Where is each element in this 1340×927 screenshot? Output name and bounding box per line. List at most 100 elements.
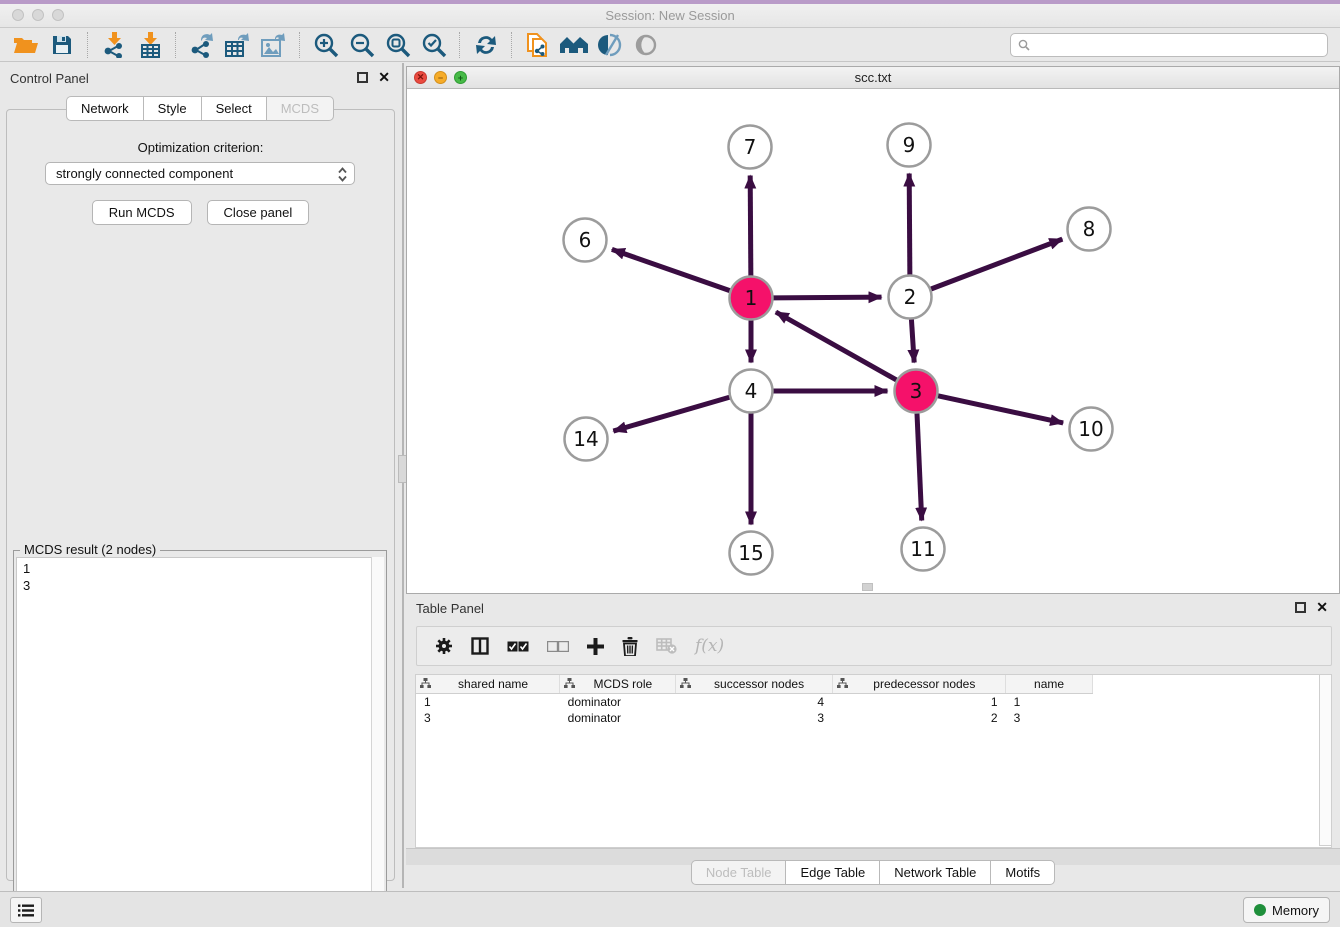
edge-1-6[interactable] <box>612 249 730 290</box>
graph-node-1[interactable]: 1 <box>730 277 773 320</box>
import-table-icon[interactable] <box>132 31 168 59</box>
run-mcds-button[interactable]: Run MCDS <box>92 200 192 225</box>
clone-network-icon[interactable] <box>520 31 556 59</box>
cell-MCDS-role[interactable]: dominator <box>560 694 675 711</box>
add-column-icon[interactable] <box>587 638 604 655</box>
delete-table-icon[interactable] <box>656 638 677 654</box>
svg-text:9: 9 <box>903 133 916 157</box>
zoom-fit-icon[interactable] <box>380 31 416 59</box>
column-header-predecessor-nodes[interactable]: predecessor nodes <box>832 675 1006 694</box>
network-canvas[interactable]: 7 9 6 8 1 2 4 3 14 10 15 11 <box>407 89 1339 593</box>
graph-node-2[interactable]: 2 <box>889 276 932 319</box>
graph-node-11[interactable]: 11 <box>902 528 945 571</box>
canvas-hscroll-handle[interactable] <box>862 583 873 591</box>
column-header-filler <box>1093 675 1331 694</box>
show-all-faces-icon[interactable] <box>556 31 592 59</box>
column-header-name[interactable]: name <box>1006 675 1093 694</box>
edge-2-3[interactable] <box>911 319 914 362</box>
search-input[interactable] <box>1010 33 1328 57</box>
column-header-MCDS-role[interactable]: MCDS role <box>560 675 675 694</box>
cell-predecessor-nodes[interactable]: 2 <box>832 710 1006 726</box>
close-table-panel-icon[interactable]: ✕ <box>1316 602 1328 613</box>
tab-mcds[interactable]: MCDS <box>266 96 334 121</box>
edge-1-7[interactable] <box>750 175 751 275</box>
cell-predecessor-nodes[interactable]: 1 <box>832 694 1006 711</box>
column-header-shared-name[interactable]: shared name <box>416 675 560 694</box>
search-field-wrap <box>1010 33 1328 57</box>
cell-successor-nodes[interactable]: 3 <box>675 710 832 726</box>
export-image-icon[interactable] <box>256 31 292 59</box>
deselect-all-icon[interactable] <box>547 641 569 652</box>
import-network-icon[interactable] <box>96 31 132 59</box>
edge-1-2[interactable] <box>773 297 881 298</box>
float-panel-icon[interactable] <box>357 72 368 83</box>
graph-node-9[interactable]: 9 <box>888 124 931 167</box>
graph-node-4[interactable]: 4 <box>730 370 773 413</box>
cell-shared-name[interactable]: 1 <box>416 694 560 711</box>
export-table-icon[interactable] <box>220 31 256 59</box>
titlebar: Session: New Session <box>0 4 1340 28</box>
graph-node-14[interactable]: 14 <box>565 418 608 461</box>
cell-successor-nodes[interactable]: 4 <box>675 694 832 711</box>
table-tab-network-table[interactable]: Network Table <box>879 860 990 885</box>
edge-3-10[interactable] <box>938 396 1063 423</box>
float-table-panel-icon[interactable] <box>1295 602 1306 613</box>
edge-2-8[interactable] <box>931 239 1062 289</box>
hierarchy-icon <box>680 677 691 691</box>
open-file-icon[interactable] <box>8 31 44 59</box>
edge-3-1[interactable] <box>776 312 897 380</box>
edge-4-14[interactable] <box>613 397 729 431</box>
apply-layout-icon[interactable] <box>468 31 504 59</box>
toolbar-separator <box>511 32 513 58</box>
table-row[interactable]: 1dominator411 <box>416 694 1331 711</box>
memory-label: Memory <box>1272 903 1319 918</box>
function-builder-icon[interactable]: f(x) <box>695 636 724 656</box>
svg-text:11: 11 <box>910 537 935 561</box>
graph-node-3[interactable]: 3 <box>895 370 938 413</box>
apply-style-icon[interactable] <box>592 31 628 59</box>
select-all-icon[interactable] <box>507 641 529 652</box>
close-panel-icon[interactable]: ✕ <box>378 72 390 83</box>
cell-shared-name[interactable]: 3 <box>416 710 560 726</box>
graph-node-15[interactable]: 15 <box>730 532 773 575</box>
node-table-grid[interactable]: shared nameMCDS rolesuccessor nodesprede… <box>416 675 1331 726</box>
memory-button[interactable]: Memory <box>1243 897 1330 923</box>
cell-name[interactable]: 1 <box>1006 694 1093 711</box>
tab-network[interactable]: Network <box>66 96 143 121</box>
edge-2-9[interactable] <box>909 173 910 274</box>
column-header-successor-nodes[interactable]: successor nodes <box>675 675 832 694</box>
table-tab-edge-table[interactable]: Edge Table <box>785 860 879 885</box>
mcds-result-list[interactable]: 1 3 <box>16 557 384 921</box>
task-history-button[interactable] <box>10 897 42 923</box>
gear-icon[interactable] <box>435 637 453 655</box>
graph-node-6[interactable]: 6 <box>564 219 607 262</box>
zoom-selected-icon[interactable] <box>416 31 452 59</box>
tab-select[interactable]: Select <box>201 96 266 121</box>
toolbar-separator <box>175 32 177 58</box>
criterion-select[interactable]: strongly connected component <box>45 162 355 185</box>
edge-3-11[interactable] <box>917 413 922 520</box>
svg-text:14: 14 <box>573 427 598 451</box>
result-scrollbar[interactable] <box>371 557 384 921</box>
close-panel-button[interactable]: Close panel <box>207 200 310 225</box>
split-view-icon[interactable] <box>471 637 489 655</box>
mcds-result-group: MCDS result (2 nodes) 1 3 <box>13 550 387 924</box>
export-network-icon[interactable] <box>184 31 220 59</box>
table-row[interactable]: 3dominator323 <box>416 710 1331 726</box>
cell-MCDS-role[interactable]: dominator <box>560 710 675 726</box>
hide-faces-icon[interactable] <box>628 31 664 59</box>
graph-node-7[interactable]: 7 <box>729 126 772 169</box>
zoom-out-icon[interactable] <box>344 31 380 59</box>
table-tab-motifs[interactable]: Motifs <box>990 860 1055 885</box>
zoom-in-icon[interactable] <box>308 31 344 59</box>
graph-node-8[interactable]: 8 <box>1068 208 1111 251</box>
delete-icon[interactable] <box>622 637 638 656</box>
tab-style[interactable]: Style <box>143 96 201 121</box>
table-scrollbar[interactable] <box>1319 674 1332 846</box>
criterion-value: strongly connected component <box>56 166 233 181</box>
graph-node-10[interactable]: 10 <box>1070 408 1113 451</box>
network-graph[interactable]: 7 9 6 8 1 2 4 3 14 10 15 11 <box>407 89 1339 593</box>
save-session-icon[interactable] <box>44 31 80 59</box>
cell-name[interactable]: 3 <box>1006 710 1093 726</box>
table-tab-node-table[interactable]: Node Table <box>691 860 786 885</box>
